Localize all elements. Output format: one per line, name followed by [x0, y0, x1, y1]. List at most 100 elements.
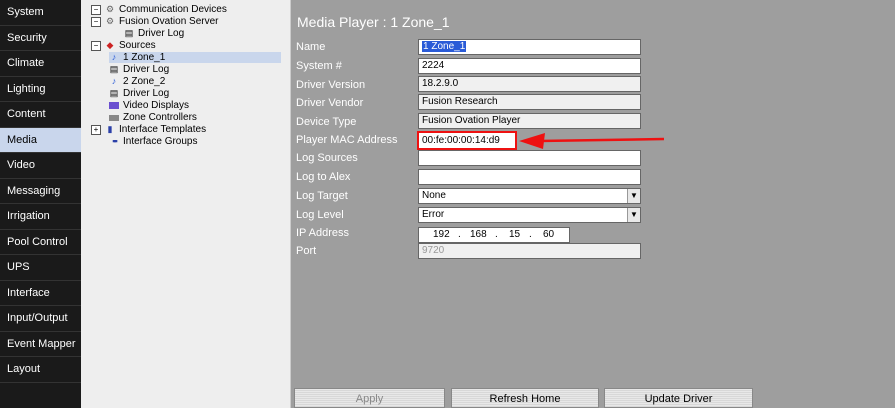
sidebar-item-event-mapper[interactable]: Event Mapper	[0, 332, 81, 357]
tree-label: Zone Controllers	[123, 112, 197, 123]
sidebar-item-system[interactable]: System	[0, 0, 81, 26]
name-field[interactable]: 1 Zone_1	[418, 39, 641, 55]
ip-dot: .	[458, 229, 461, 240]
plug-icon: ⚙	[105, 4, 115, 14]
log-sources-label: Log Sources	[296, 152, 358, 164]
log-level-value: Error	[422, 209, 445, 220]
tree-node-interface-templates[interactable]: + ▮ Interface Templates	[91, 124, 206, 135]
sidebar-item-pool-control[interactable]: Pool Control	[0, 230, 81, 255]
log-target-value: None	[422, 190, 446, 201]
port-field: 9720	[418, 243, 641, 259]
update-driver-button[interactable]: Update Driver	[604, 388, 753, 408]
tree-node-driver-log[interactable]: ▤ Driver Log	[124, 28, 184, 39]
device-tree: − ⚙ Communication Devices − ⚙ Fusion Ova…	[81, 0, 372, 408]
log-icon: ▤	[124, 28, 134, 38]
ip-octet-3[interactable]: 15	[509, 228, 520, 242]
sidebar-item-messaging[interactable]: Messaging	[0, 179, 81, 204]
chevron-down-icon[interactable]: ▼	[627, 189, 640, 203]
sidebar-nav: System Security Climate Lighting Content Medi…	[0, 0, 81, 408]
driver-vendor-field: Fusion Research	[418, 94, 641, 110]
name-label: Name	[296, 41, 326, 53]
system-number-field[interactable]: 2224	[418, 58, 641, 74]
mac-address-label: Player MAC Address	[296, 134, 398, 146]
mac-address-field[interactable]: 00:fe:00:00:14:d9	[417, 131, 517, 150]
tree-label: Driver Log	[138, 28, 185, 39]
expand-icon[interactable]: +	[91, 124, 101, 135]
display-icon	[109, 102, 119, 109]
driver-vendor-label: Driver Vendor	[296, 97, 364, 109]
sidebar-item-layout[interactable]: Layout	[0, 357, 81, 383]
tree-node-interface-groups[interactable]: ▪▪▪ Interface Groups	[109, 136, 197, 147]
ip-octet-2[interactable]: 168	[470, 228, 487, 242]
ip-dot: .	[529, 229, 532, 240]
collapse-icon[interactable]: −	[91, 16, 101, 27]
sidebar-item-ups[interactable]: UPS	[0, 255, 81, 281]
arrow-head	[519, 133, 545, 149]
sidebar-item-content[interactable]: Content	[0, 102, 81, 128]
tree-label: Communication Devices	[119, 4, 227, 15]
driver-version-label: Driver Version	[296, 79, 366, 91]
sources-icon: ◆	[106, 40, 114, 50]
music-note-icon: ♪	[111, 52, 117, 62]
tree-label: Video Displays	[123, 100, 189, 111]
page-title: Media Player : 1 Zone_1	[297, 14, 450, 30]
sidebar-item-input-output[interactable]: Input/Output	[0, 306, 81, 332]
log-level-label: Log Level	[296, 209, 344, 221]
ip-dot: .	[495, 229, 498, 240]
collapse-icon[interactable]: −	[91, 4, 101, 15]
template-icon: ▮	[107, 124, 113, 134]
log-target-select[interactable]: None ▼	[418, 188, 641, 204]
sidebar-item-interface[interactable]: Interface	[0, 281, 81, 306]
sidebar-item-climate[interactable]: Climate	[0, 51, 81, 77]
name-value: 1 Zone_1	[422, 41, 467, 52]
tree-label: Driver Log	[123, 88, 170, 99]
controller-icon	[109, 114, 119, 121]
tree-label: 1 Zone_1	[123, 52, 166, 63]
tree-node-driver-log[interactable]: ▤ Driver Log	[109, 64, 169, 75]
log-level-select[interactable]: Error ▼	[418, 207, 641, 223]
media-player-panel: Media Player : 1 Zone_1 Name 1 Zone_1 Sy…	[291, 0, 895, 408]
system-number-label: System #	[296, 60, 342, 72]
sidebar-item-security[interactable]: Security	[0, 26, 81, 51]
tree-label: Fusion Ovation Server	[119, 16, 219, 27]
tree-node-driver-log[interactable]: ▤ Driver Log	[109, 88, 169, 99]
log-icon: ▤	[109, 64, 119, 74]
tree-label: 2 Zone_2	[123, 76, 166, 87]
log-icon: ▤	[109, 88, 119, 98]
sidebar-item-video[interactable]: Video	[0, 153, 81, 179]
tree-node-zone-1[interactable]: ♪ 1 Zone_1	[109, 52, 281, 63]
refresh-home-button[interactable]: Refresh Home	[451, 388, 599, 408]
driver-version-field: 18.2.9.0	[418, 76, 641, 92]
ip-octet-1[interactable]: 192	[433, 228, 450, 242]
device-type-field: Fusion Ovation Player	[418, 113, 641, 129]
annotation-arrow	[519, 133, 665, 149]
sidebar-item-lighting[interactable]: Lighting	[0, 77, 81, 102]
tree-node-sources[interactable]: − ◆ Sources	[91, 40, 156, 51]
ip-address-label: IP Address	[296, 227, 349, 239]
log-to-alex-field[interactable]	[418, 169, 641, 185]
sidebar-item-media[interactable]: Media	[0, 127, 81, 153]
device-type-label: Device Type	[296, 116, 357, 128]
ip-address-field[interactable]: 192 . 168 . 15 . 60	[418, 227, 570, 243]
apply-button[interactable]: Apply	[294, 388, 445, 408]
ip-octet-4[interactable]: 60	[543, 228, 554, 242]
plug-icon: ⚙	[105, 16, 115, 26]
tree-label: Interface Templates	[119, 124, 207, 135]
tree-node-zone-2[interactable]: ♪ 2 Zone_2	[109, 76, 166, 87]
port-label: Port	[296, 245, 317, 257]
log-to-alex-label: Log to Alex	[296, 171, 351, 183]
tree-node-communication-devices[interactable]: − ⚙ Communication Devices	[91, 4, 227, 15]
tree-label: Sources	[119, 40, 156, 51]
tree-label: Driver Log	[123, 64, 170, 75]
tree-node-fusion-ovation-server[interactable]: − ⚙ Fusion Ovation Server	[91, 16, 219, 27]
music-note-icon: ♪	[111, 76, 117, 86]
sidebar-item-irrigation[interactable]: Irrigation	[0, 204, 81, 230]
arrow-shaft	[538, 137, 665, 143]
tree-label: Interface Groups	[123, 136, 198, 147]
collapse-icon[interactable]: −	[91, 40, 101, 51]
chevron-down-icon[interactable]: ▼	[627, 208, 640, 222]
tree-node-zone-controllers[interactable]: Zone Controllers	[109, 112, 197, 123]
tree-node-video-displays[interactable]: Video Displays	[109, 100, 189, 111]
log-sources-field[interactable]	[418, 150, 641, 166]
log-target-label: Log Target	[296, 190, 348, 202]
